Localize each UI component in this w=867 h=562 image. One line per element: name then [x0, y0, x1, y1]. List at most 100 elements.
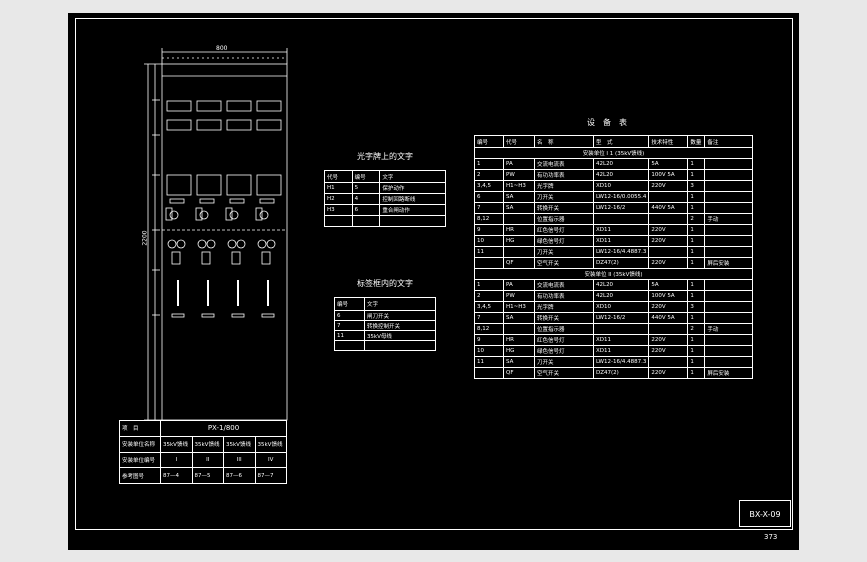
table-cell: 1 — [474, 158, 504, 170]
table-cell: LW12-16/4.4887.3 — [592, 356, 650, 368]
table-row: 7 SA 转换开关 LW12-16/2 440V 5A 1 — [474, 312, 753, 324]
table-cell: IV — [254, 451, 287, 469]
table-row — [324, 215, 446, 227]
table-row: 安装单位 I 1 (35kV馈线) — [474, 147, 753, 159]
table-row: 项 目 PX-1/800 — [119, 420, 287, 437]
table-cell: 10 — [474, 235, 504, 247]
table-cell: 5A — [648, 279, 689, 291]
table-row: 6 闸刀开关 — [334, 310, 437, 321]
panel-width-label: 800 — [216, 45, 228, 52]
table-cell: 1 — [687, 290, 706, 302]
panel-height-label: 2200 — [141, 230, 149, 246]
table-cell: HG — [503, 235, 535, 247]
table-cell: 手动 — [704, 323, 753, 335]
table-cell: PW — [503, 290, 535, 302]
table-header: 编号 — [474, 135, 504, 148]
table-cell — [648, 191, 689, 203]
table-header: 文字 — [363, 297, 437, 311]
table-header: 代号 — [503, 135, 535, 148]
panel-info-table: 项 目 PX-1/800 安装单位名称 35kV馈线 35kV馈线 35kV馈线… — [119, 420, 287, 484]
table-header: 数量 — [687, 135, 706, 148]
table-cell: 7 — [474, 202, 504, 214]
table-cell: 控制回路断线 — [379, 193, 446, 205]
table-cell: 刀开关 — [534, 191, 594, 203]
table-cell: 1 — [687, 345, 706, 357]
table-cell: QF — [503, 367, 535, 379]
table-cell: LW12-16/0.0055.4 — [592, 191, 650, 203]
table-cell: 安装单位 II (35kV馈线) — [474, 268, 753, 280]
table-cell — [474, 257, 504, 269]
label-text-table: 编号 文字 6 闸刀开关 7 转换控制开关 11 35kV母线 — [334, 297, 437, 351]
table-row: 编号 代号 名 称 型 式 技术特性 数量 备注 — [474, 135, 753, 148]
table-cell: II — [191, 451, 224, 469]
table-cell: 参考图号 — [119, 467, 161, 484]
table-row: 参考图号 87—4 87—5 87—6 87—7 — [119, 467, 287, 484]
table-cell: 8,12 — [474, 213, 504, 225]
table-cell: 220V — [648, 235, 689, 247]
table-cell: 42L20 — [592, 290, 650, 302]
table-row: 10 HG 绿色信号灯 XD11 220V 1 — [474, 345, 753, 357]
table-row: H2 4 控制回路断线 — [324, 193, 446, 205]
table-row: 9 HR 红色信号灯 XD11 220V 1 — [474, 224, 753, 236]
table-cell: HG — [503, 345, 535, 357]
table-row: 安装单位名称 35kV馈线 35kV馈线 35kV馈线 35kV馈线 — [119, 435, 287, 453]
table-cell: 空气开关 — [534, 257, 594, 269]
table-cell: 3 — [687, 301, 706, 313]
table-header: 文字 — [379, 170, 446, 183]
table-cell: 1 — [687, 246, 706, 258]
table-row — [334, 340, 437, 351]
table-row: 3,4,5 H1~H3 光字牌 XD10 220V 3 — [474, 301, 753, 313]
table-cell: 220V — [648, 301, 689, 313]
table-cell: 刀开关 — [534, 356, 594, 368]
table-cell: PW — [503, 169, 535, 181]
table-cell: 位置指示器 — [534, 323, 594, 335]
table-cell: 有功功率表 — [534, 290, 594, 302]
table-cell — [592, 213, 650, 225]
table-cell: XD11 — [592, 334, 650, 346]
table-cell: H1~H3 — [503, 301, 535, 313]
table-cell: 9 — [474, 224, 504, 236]
table-cell: XD11 — [592, 224, 650, 236]
table-cell: 项 目 — [119, 420, 161, 437]
table-cell: SA — [503, 191, 535, 203]
table-cell: DZ47(2) — [592, 257, 650, 269]
table-cell: 5 — [351, 182, 381, 194]
table-cell: PA — [503, 279, 535, 291]
table-row: 11 SA 刀开关 LW12-16/4.4887.3 1 — [474, 356, 753, 368]
table-cell: 220V — [648, 224, 689, 236]
table-cell — [704, 191, 753, 203]
table-row: 11 刀开关 LW12-16/4.4887.3 1 — [474, 246, 753, 258]
table-cell: 2 — [687, 323, 706, 335]
table-cell: 1 — [687, 257, 706, 269]
table-cell — [704, 279, 753, 291]
table-cell: 220V — [648, 367, 689, 379]
table-cell — [704, 334, 753, 346]
table-cell: 87—6 — [223, 467, 256, 484]
table-cell: 35kV母线 — [363, 330, 437, 341]
table-cell: 440V 5A — [648, 202, 689, 214]
table-cell: 转换控制开关 — [363, 320, 437, 331]
table-cell: 1 — [687, 224, 706, 236]
table-cell: 220V — [648, 334, 689, 346]
table-row: QF 空气开关 DZ47(2) 220V 1 屏后安装 — [474, 367, 753, 379]
table-cell: 7 — [334, 320, 365, 331]
table-cell: PA — [503, 158, 535, 170]
table-cell: 位置指示器 — [534, 213, 594, 225]
table-cell: XD10 — [592, 180, 650, 192]
table-row: H3 6 重合闸动作 — [324, 204, 446, 216]
table-cell: 1 — [687, 334, 706, 346]
table-cell: 42L20 — [592, 169, 650, 181]
table-row: 编号 文字 — [334, 297, 437, 311]
table-cell: 5A — [648, 158, 689, 170]
table-cell: HR — [503, 224, 535, 236]
table-cell: 空气开关 — [534, 367, 594, 379]
table-row: 安装单位 II (35kV馈线) — [474, 268, 753, 280]
table-cell: 光字牌 — [534, 301, 594, 313]
table-cell: 7 — [474, 312, 504, 324]
table-cell: 闸刀开关 — [363, 310, 437, 321]
table-cell: 2 — [474, 290, 504, 302]
table-cell: 交流电流表 — [534, 279, 594, 291]
table-cell: 光字牌 — [534, 180, 594, 192]
table-row: 2 PW 有功功率表 42L20 100V 5A 1 — [474, 169, 753, 181]
table-cell: 35kV馈线 — [160, 435, 193, 453]
